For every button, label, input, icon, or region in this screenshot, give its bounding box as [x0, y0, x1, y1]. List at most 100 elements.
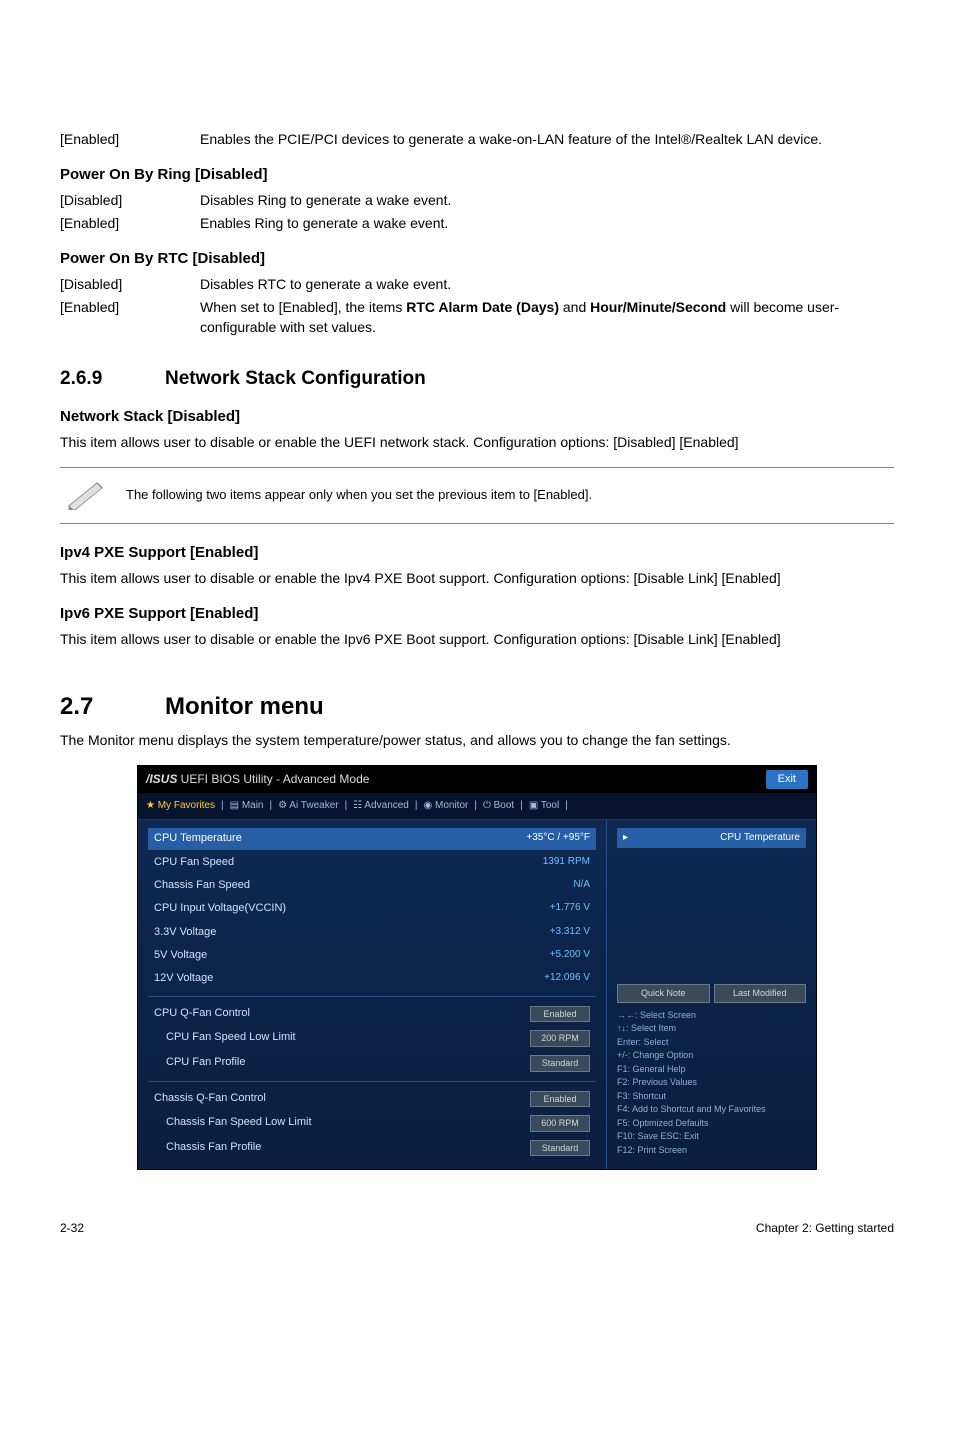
bios-tabs: ★ My Favorites| ▤ Main| ⚙ Ai Tweaker| ☷ … — [138, 793, 816, 820]
label: CPU Fan Profile — [154, 1055, 245, 1072]
page-footer: 2-32 Chapter 2: Getting started — [60, 1170, 894, 1277]
tab-boot[interactable]: ⏻ Boot — [483, 799, 514, 813]
paragraph: This item allows user to disable or enab… — [60, 433, 894, 453]
label: Chassis Q-Fan Control — [154, 1091, 266, 1108]
option-desc: Enables the PCIE/PCI devices to generate… — [200, 130, 894, 150]
bios-row[interactable]: CPU Input Voltage(VCCIN) +1.776 V — [148, 898, 596, 919]
bios-row[interactable]: Chassis Fan Speed Low Limit 600 RPM — [148, 1112, 596, 1135]
value: +12.096 V — [544, 971, 590, 986]
tab-advanced[interactable]: ☷ Advanced — [353, 799, 409, 813]
value: +35°C / +95°F — [526, 831, 590, 846]
option-row: [Enabled] Enables Ring to generate a wak… — [60, 214, 894, 234]
heading-ipv4: Ipv4 PXE Support [Enabled] — [60, 542, 894, 563]
note-text: The following two items appear only when… — [126, 486, 592, 504]
section-number: 2.7 — [60, 690, 165, 724]
bios-row[interactable]: 3.3V Voltage +3.312 V — [148, 922, 596, 943]
page-number: 2-32 — [60, 1220, 84, 1237]
value: +3.312 V — [550, 925, 590, 940]
bios-left-panel: CPU Temperature +35°C / +95°F CPU Fan Spe… — [138, 820, 606, 1169]
label: Chassis Fan Speed Low Limit — [154, 1115, 312, 1132]
option-label: [Enabled] — [60, 298, 200, 337]
option-label: [Disabled] — [60, 191, 200, 211]
quick-note-button[interactable]: Quick Note — [617, 984, 710, 1003]
bios-row[interactable]: 5V Voltage +5.200 V — [148, 945, 596, 966]
label: 5V Voltage — [154, 948, 207, 963]
tab-tweaker[interactable]: ⚙ Ai Tweaker — [278, 799, 338, 813]
label: CPU Input Voltage(VCCIN) — [154, 901, 286, 916]
option-label: [Enabled] — [60, 130, 200, 150]
label: Chassis Fan Profile — [154, 1140, 261, 1157]
label: CPU Temperature — [154, 831, 242, 846]
title-text: UEFI BIOS Utility - Advanced Mode — [177, 772, 369, 786]
value[interactable]: Standard — [530, 1055, 590, 1072]
pencil-note-icon — [64, 476, 108, 516]
tab-tool[interactable]: ▣ Tool — [529, 799, 559, 813]
paragraph: The Monitor menu displays the system tem… — [60, 731, 894, 751]
heading-power-on-ring: Power On By Ring [Disabled] — [60, 164, 894, 185]
tab-main[interactable]: ▤ Main — [230, 799, 264, 813]
option-desc: Disables Ring to generate a wake event. — [200, 191, 894, 211]
label: CPU Fan Speed — [154, 855, 234, 870]
chapter-label: Chapter 2: Getting started — [756, 1220, 894, 1237]
option-row: [Disabled] Disables RTC to generate a wa… — [60, 275, 894, 295]
bios-screenshot: /ISUS UEFI BIOS Utility - Advanced Mode … — [137, 765, 817, 1171]
text: When set to [Enabled], the items — [200, 299, 406, 315]
bios-row[interactable]: CPU Q-Fan Control Enabled — [148, 1003, 596, 1026]
paragraph: This item allows user to disable or enab… — [60, 630, 894, 650]
value[interactable]: Enabled — [530, 1091, 590, 1108]
bios-title: /ISUS UEFI BIOS Utility - Advanced Mode — [146, 771, 369, 788]
section-title: Monitor menu — [165, 693, 324, 720]
heading-2-6-9: 2.6.9Network Stack Configuration — [60, 366, 894, 393]
value[interactable]: Enabled — [530, 1006, 590, 1023]
help-text: →←: Select Screen ↑↓: Select Item Enter:… — [617, 1009, 806, 1158]
note-box: The following two items appear only when… — [60, 467, 894, 525]
label: 12V Voltage — [154, 971, 213, 986]
bios-row-cpu-temp[interactable]: CPU Temperature +35°C / +95°F — [148, 828, 596, 849]
label: Chassis Fan Speed — [154, 878, 250, 893]
label: CPU Temperature — [720, 831, 800, 845]
label: CPU Fan Speed Low Limit — [154, 1030, 296, 1047]
option-label: [Disabled] — [60, 275, 200, 295]
bios-row[interactable]: 12V Voltage +12.096 V — [148, 968, 596, 989]
last-modified-button[interactable]: Last Modified — [714, 984, 807, 1003]
text-bold: Hour/Minute/Second — [590, 299, 726, 315]
value[interactable]: 200 RPM — [530, 1030, 590, 1047]
text-bold: RTC Alarm Date (Days) — [406, 299, 559, 315]
bios-row[interactable]: Chassis Fan Profile Standard — [148, 1137, 596, 1160]
paragraph: This item allows user to disable or enab… — [60, 569, 894, 589]
brand: /ISUS — [146, 772, 177, 786]
heading-ipv6: Ipv6 PXE Support [Enabled] — [60, 603, 894, 624]
option-desc: Enables Ring to generate a wake event. — [200, 214, 894, 234]
exit-button[interactable]: Exit — [766, 770, 808, 789]
section-title: Network Stack Configuration — [165, 368, 426, 389]
bios-row[interactable]: CPU Fan Profile Standard — [148, 1052, 596, 1075]
value[interactable]: 600 RPM — [530, 1115, 590, 1132]
bios-row[interactable]: Chassis Fan Speed N/A — [148, 875, 596, 896]
option-row: [Enabled] Enables the PCIE/PCI devices t… — [60, 130, 894, 150]
option-row: [Enabled] When set to [Enabled], the ite… — [60, 298, 894, 337]
option-desc: Disables RTC to generate a wake event. — [200, 275, 894, 295]
bios-row[interactable]: CPU Fan Speed 1391 RPM — [148, 852, 596, 873]
value: 1391 RPM — [543, 855, 590, 870]
label: CPU Q-Fan Control — [154, 1006, 250, 1023]
value: +1.776 V — [550, 901, 590, 916]
section-number: 2.6.9 — [60, 366, 165, 393]
bios-row[interactable]: Chassis Q-Fan Control Enabled — [148, 1088, 596, 1111]
heading-power-on-rtc: Power On By RTC [Disabled] — [60, 248, 894, 269]
heading-2-7: 2.7Monitor menu — [60, 690, 894, 724]
option-label: [Enabled] — [60, 214, 200, 234]
tab-favorites[interactable]: ★ My Favorites — [146, 799, 215, 813]
right-header: ▸ CPU Temperature — [617, 828, 806, 848]
text: and — [559, 299, 590, 315]
option-desc: When set to [Enabled], the items RTC Ala… — [200, 298, 894, 337]
bios-right-panel: ▸ CPU Temperature Quick Note Last Modifi… — [606, 820, 816, 1169]
value: N/A — [573, 878, 590, 893]
heading-network-stack: Network Stack [Disabled] — [60, 406, 894, 427]
option-row: [Disabled] Disables Ring to generate a w… — [60, 191, 894, 211]
label: 3.3V Voltage — [154, 925, 216, 940]
tab-monitor[interactable]: ◉ Monitor — [423, 799, 468, 813]
value[interactable]: Standard — [530, 1140, 590, 1157]
value: +5.200 V — [550, 948, 590, 963]
bios-titlebar: /ISUS UEFI BIOS Utility - Advanced Mode … — [138, 766, 816, 793]
bios-row[interactable]: CPU Fan Speed Low Limit 200 RPM — [148, 1027, 596, 1050]
